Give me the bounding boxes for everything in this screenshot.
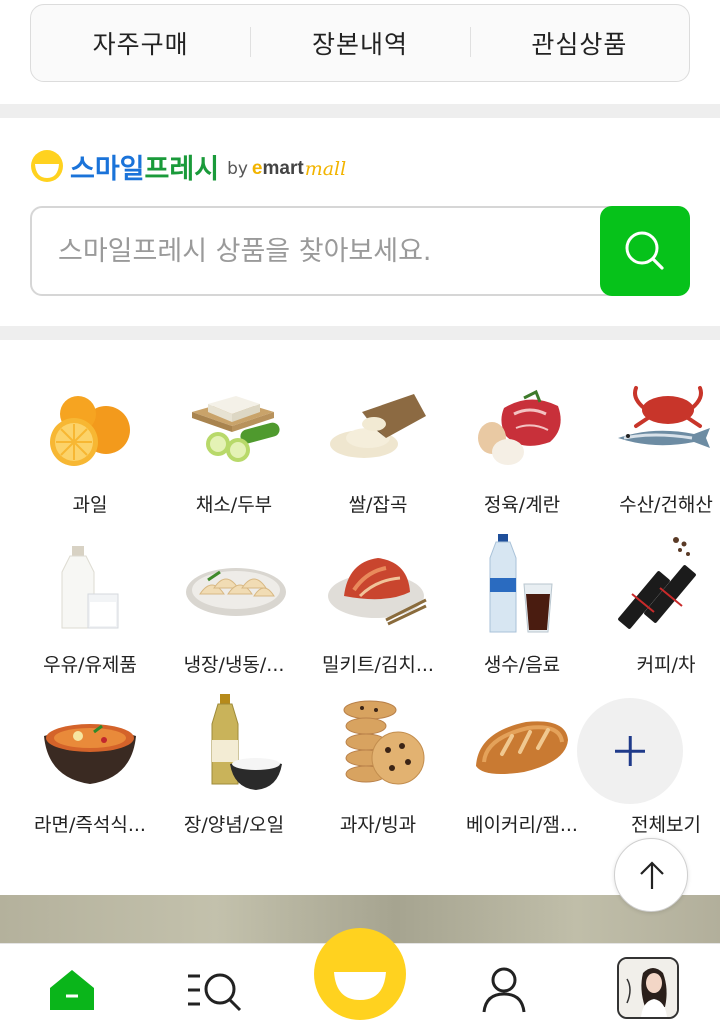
category-label: 냉장/냉동/...: [183, 654, 285, 676]
brand-logo[interactable]: 스마일프레시 by emart mall: [30, 148, 346, 184]
category-chilled-frozen[interactable]: 냉장/냉동/...: [162, 532, 306, 682]
search-icon: [625, 231, 664, 270]
category-seafood[interactable]: 수산/건해산: [594, 372, 720, 522]
meat-egg-icon: [478, 389, 561, 465]
category-milk-dairy[interactable]: 우유/유제품: [18, 532, 162, 682]
category-label: 밀키트/김치...: [322, 654, 434, 676]
category-vegetable-tofu[interactable]: 채소/두부: [162, 372, 306, 522]
category-coffee-tea[interactable]: 커피/차: [594, 532, 720, 682]
dumpling-icon: [186, 568, 286, 616]
category-snack-icecream[interactable]: 과자/빙과: [306, 692, 450, 842]
category-label: 과일: [72, 494, 108, 516]
search-bar: [30, 206, 690, 296]
search-input[interactable]: [58, 208, 598, 294]
nav-home[interactable]: [22, 944, 122, 1033]
section-divider: [0, 326, 720, 340]
category-label: 장/양념/오일: [183, 814, 285, 836]
cookie-icon: [343, 700, 425, 785]
category-water-drink[interactable]: 생수/음료: [450, 532, 594, 682]
nav-my-page[interactable]: [454, 944, 554, 1033]
category-fruit[interactable]: 과일: [18, 372, 162, 522]
category-label: 수산/건해산: [619, 494, 713, 516]
bread-icon: [476, 721, 568, 774]
crab-fish-icon: [618, 386, 710, 448]
category-label: 우유/유제품: [43, 654, 137, 676]
plus-icon[interactable]: [577, 698, 683, 804]
category-meat-egg[interactable]: 정육/계란: [450, 372, 594, 522]
emart-text: emart: [251, 157, 304, 179]
quick-tabs: 자주구매 장본내역 관심상품: [30, 4, 690, 82]
water-bottle-icon: [489, 534, 553, 633]
oil-salt-icon: [211, 694, 282, 790]
category-bakery-jam[interactable]: 베이커리/잼...: [450, 692, 594, 842]
category-mealkit-kimchi[interactable]: 밀키트/김치...: [306, 532, 450, 682]
category-label: 라면/즉석식...: [34, 814, 146, 836]
ramen-icon: [44, 724, 136, 784]
category-label: 커피/차: [636, 654, 696, 676]
section-divider: [0, 104, 720, 118]
brand-by-text: by: [227, 159, 248, 179]
category-ramen-instant[interactable]: 라면/즉석식...: [18, 692, 162, 842]
coffee-stick-icon: [618, 537, 696, 629]
brand-title: 스마일프레시: [70, 153, 220, 184]
arrow-up-icon: [640, 861, 664, 889]
category-sauce-oil[interactable]: 장/양념/오일: [162, 692, 306, 842]
search-button[interactable]: [600, 206, 690, 296]
kimchi-icon: [328, 558, 427, 626]
home-icon: [50, 970, 94, 1010]
category-label: 정육/계란: [483, 494, 561, 516]
nav-category-search[interactable]: [166, 944, 266, 1033]
tab-wishlist[interactable]: 관심상품: [469, 25, 689, 61]
category-rice-grain[interactable]: 쌀/잡곡: [306, 372, 450, 522]
category-label: 쌀/잡곡: [348, 494, 408, 516]
category-search-icon: [188, 973, 242, 1012]
scroll-top-button[interactable]: [614, 838, 688, 912]
mall-text: mall: [304, 157, 347, 180]
orange-icon: [50, 396, 130, 466]
category-label: 채소/두부: [195, 494, 273, 516]
my-page-icon: [482, 967, 526, 1013]
rice-sack-icon: [330, 394, 426, 458]
category-label: 생수/음료: [483, 654, 561, 676]
smile-home-button[interactable]: [314, 928, 406, 1020]
tab-frequent-purchase[interactable]: 자주구매: [31, 25, 250, 61]
smile-logo-icon: [31, 150, 63, 182]
milk-icon: [61, 546, 119, 629]
tab-shopping-history[interactable]: 장본내역: [250, 25, 469, 61]
recent-viewed-avatar[interactable]: [617, 957, 679, 1019]
smile-icon: [334, 972, 386, 1000]
category-label: 과자/빙과: [339, 814, 417, 836]
tofu-cucumber-icon: [192, 396, 280, 462]
category-label: 전체보기: [631, 814, 701, 836]
avatar-image: [619, 959, 677, 1017]
category-label: 베이커리/잼...: [466, 814, 578, 836]
